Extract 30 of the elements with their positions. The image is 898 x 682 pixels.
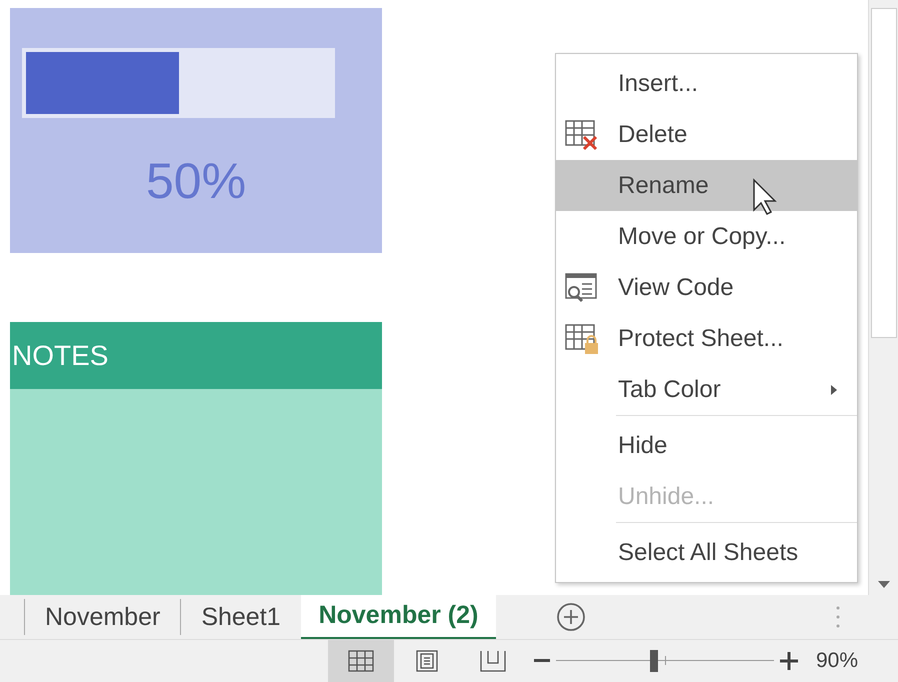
zoom-out-icon[interactable]: [534, 659, 550, 663]
menu-item[interactable]: Tab Color: [556, 364, 857, 415]
notes-title: NOTES: [12, 338, 108, 372]
add-sheet-icon[interactable]: [556, 602, 586, 632]
zoom-percent: 90%: [816, 648, 858, 674]
menu-item[interactable]: Hide: [556, 415, 857, 471]
view-button[interactable]: [328, 640, 394, 682]
menu-item[interactable]: Protect Sheet...: [556, 313, 857, 364]
delete-sheet-icon: [564, 118, 600, 150]
zoom-thumb[interactable]: [650, 650, 658, 672]
menu-item[interactable]: Move or Copy...: [556, 211, 857, 262]
menu-item[interactable]: Delete: [556, 109, 857, 160]
grid-icon: [348, 650, 374, 672]
zoom-slider[interactable]: [556, 650, 774, 672]
lock-sheet-icon: [564, 322, 600, 354]
scroll-thumb[interactable]: [870, 8, 896, 338]
menu-item[interactable]: Insert...: [556, 58, 857, 109]
sheet-tab[interactable]: November (2): [300, 595, 496, 639]
submenu-arrow-icon: [831, 384, 837, 394]
vertical-dots-icon[interactable]: [836, 605, 840, 629]
page-break-icon: [480, 650, 506, 672]
menu-item[interactable]: Select All Sheets: [556, 522, 857, 578]
view-code-icon: [564, 272, 600, 304]
menu-item[interactable]: View Code: [556, 262, 857, 313]
zoom-in-icon[interactable]: [780, 652, 798, 670]
page-icon: [416, 650, 438, 672]
progress-percent: 50%: [146, 156, 246, 206]
mouse-cursor-icon: [752, 178, 778, 216]
sheet-tab[interactable]: November: [24, 599, 180, 635]
scroll-down-icon[interactable]: [878, 581, 890, 589]
